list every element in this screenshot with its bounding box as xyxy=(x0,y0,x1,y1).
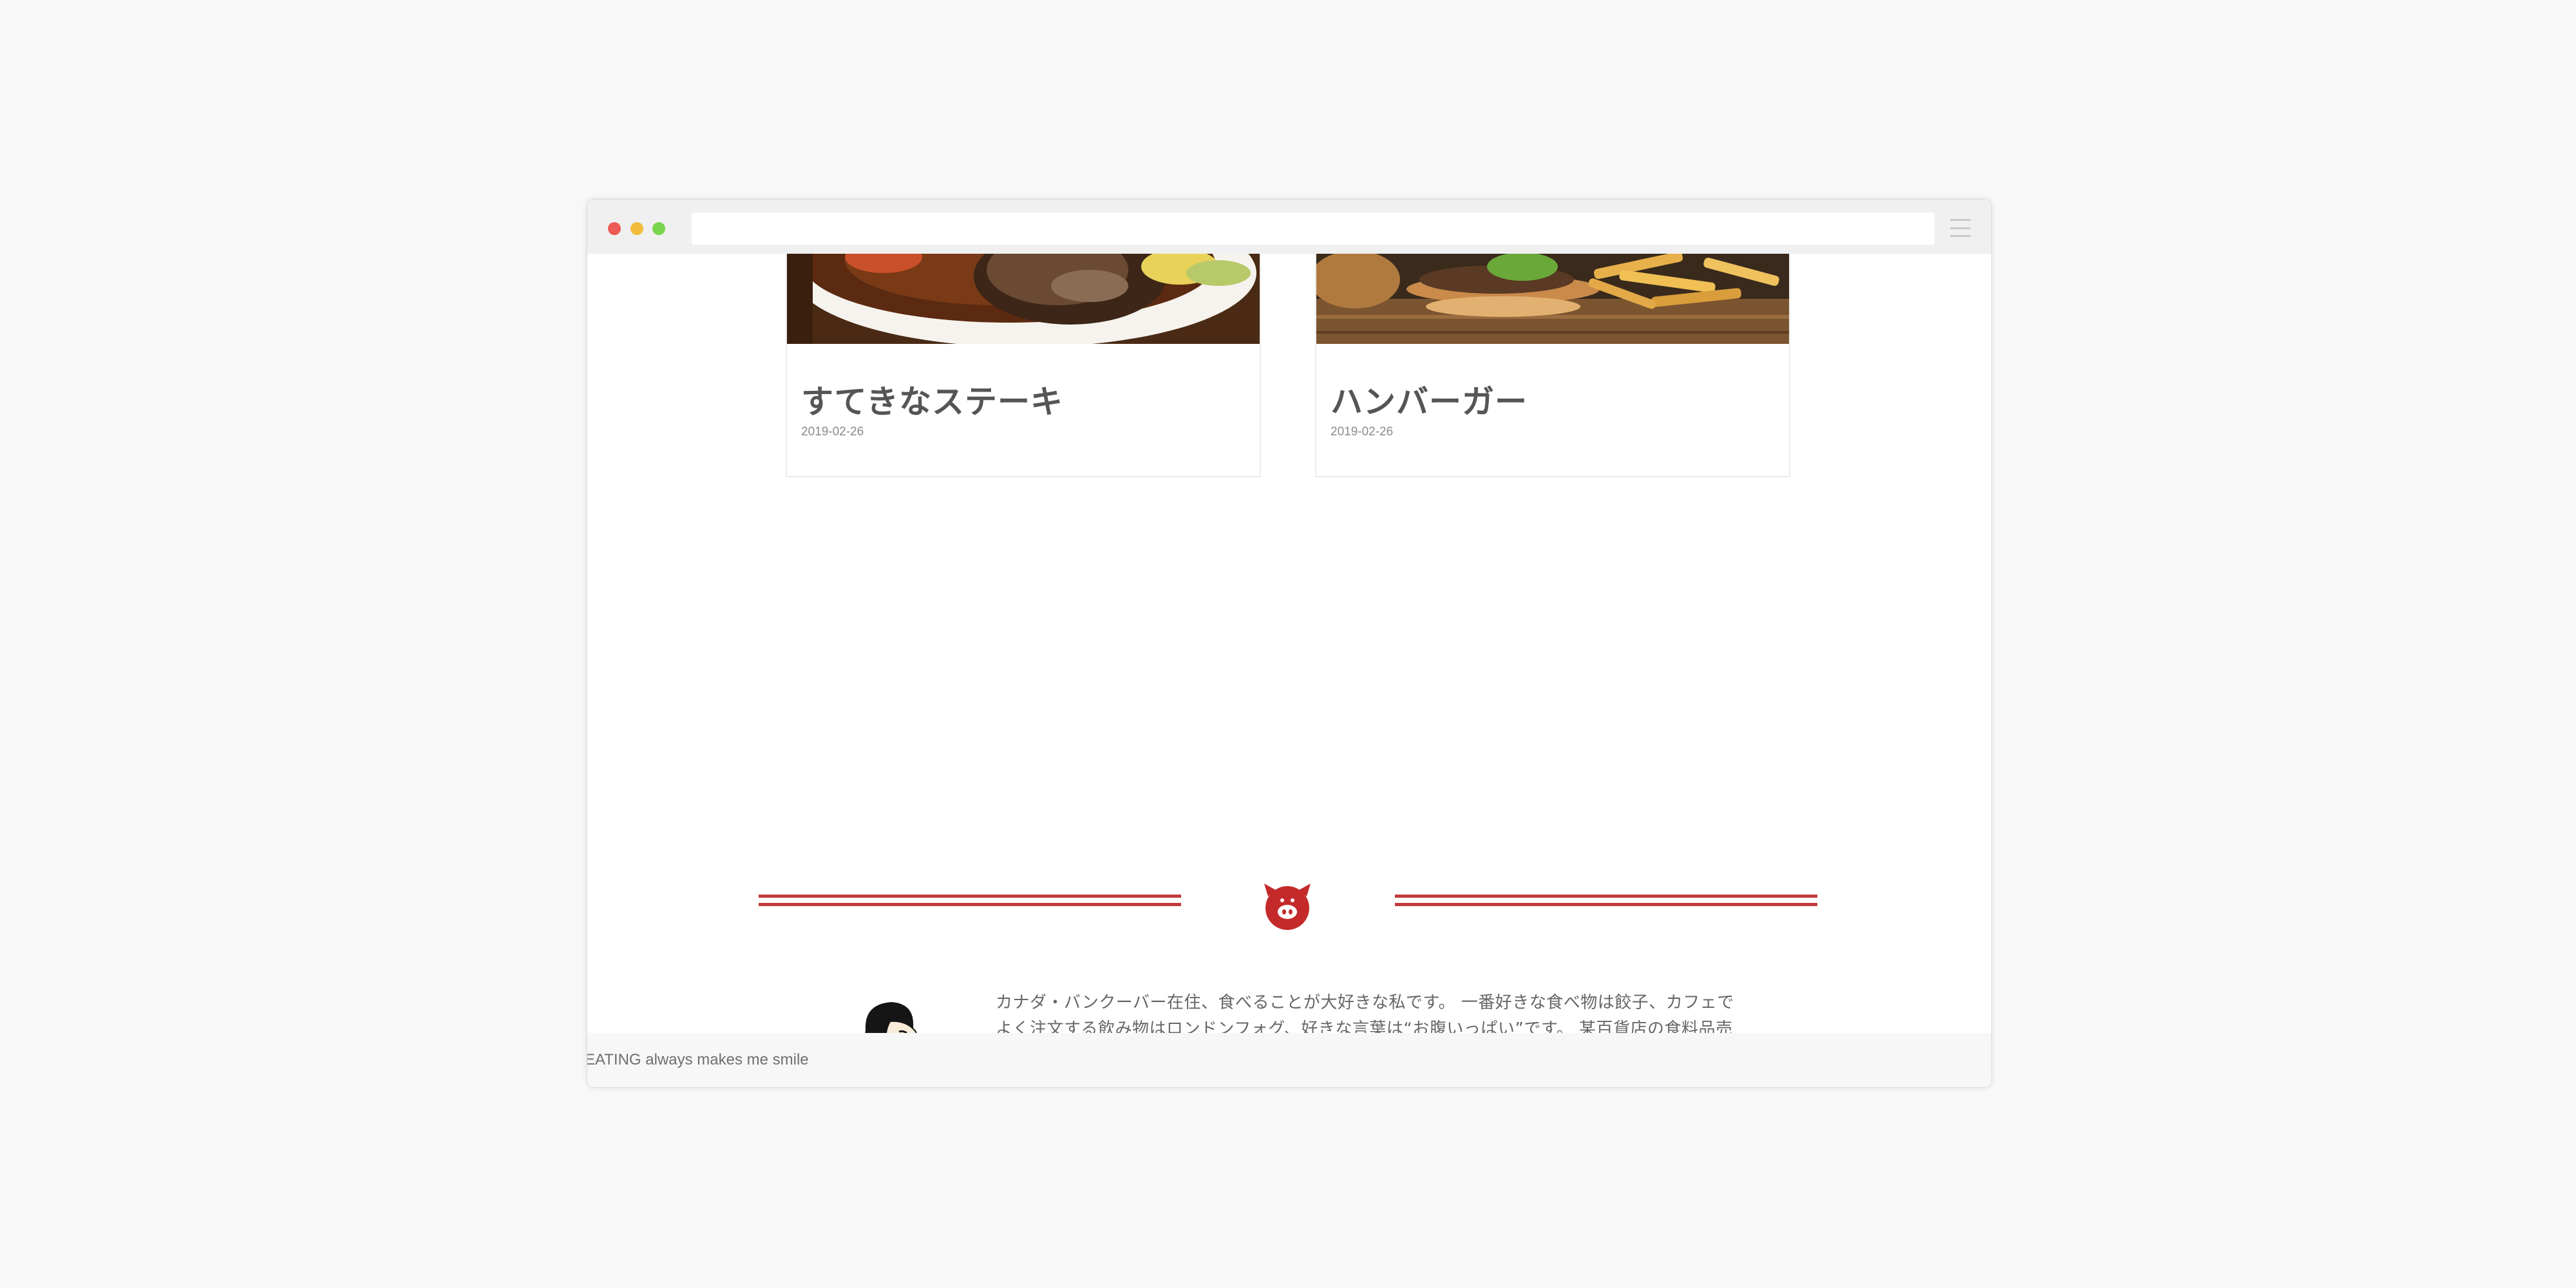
steak-photo[interactable] xyxy=(787,254,1260,344)
page-content: すてきなステーキ 2019-02-26 ハンバーガー 2019-02-26 カナ… xyxy=(587,254,1991,1087)
post-card-hamburger[interactable]: ハンバーガー 2019-02-26 xyxy=(1315,254,1790,477)
browser-titlebar xyxy=(587,200,1991,254)
maximize-window-button[interactable] xyxy=(652,222,665,235)
divider-line-left xyxy=(759,895,1181,906)
address-bar[interactable] xyxy=(692,213,1935,245)
post-card-steak[interactable]: すてきなステーキ 2019-02-26 xyxy=(786,254,1261,477)
hamburger-photo[interactable] xyxy=(1316,254,1789,344)
post-title[interactable]: すてきなステーキ xyxy=(801,376,1063,422)
post-date: 2019-02-26 xyxy=(1331,425,1394,439)
footer-tagline: EATING always makes me smile xyxy=(587,1051,809,1068)
divider-line-right xyxy=(1395,895,1817,906)
minimize-window-button[interactable] xyxy=(630,222,643,235)
close-window-button[interactable] xyxy=(608,222,621,235)
post-date: 2019-02-26 xyxy=(801,425,864,439)
footer: EATING always makes me smile xyxy=(587,1033,1991,1087)
post-title[interactable]: ハンバーガー xyxy=(1331,376,1528,422)
hamburger-menu-icon[interactable] xyxy=(1950,219,1971,237)
pig-icon xyxy=(1259,880,1316,931)
browser-window: すてきなステーキ 2019-02-26 ハンバーガー 2019-02-26 カナ… xyxy=(587,200,1991,1087)
